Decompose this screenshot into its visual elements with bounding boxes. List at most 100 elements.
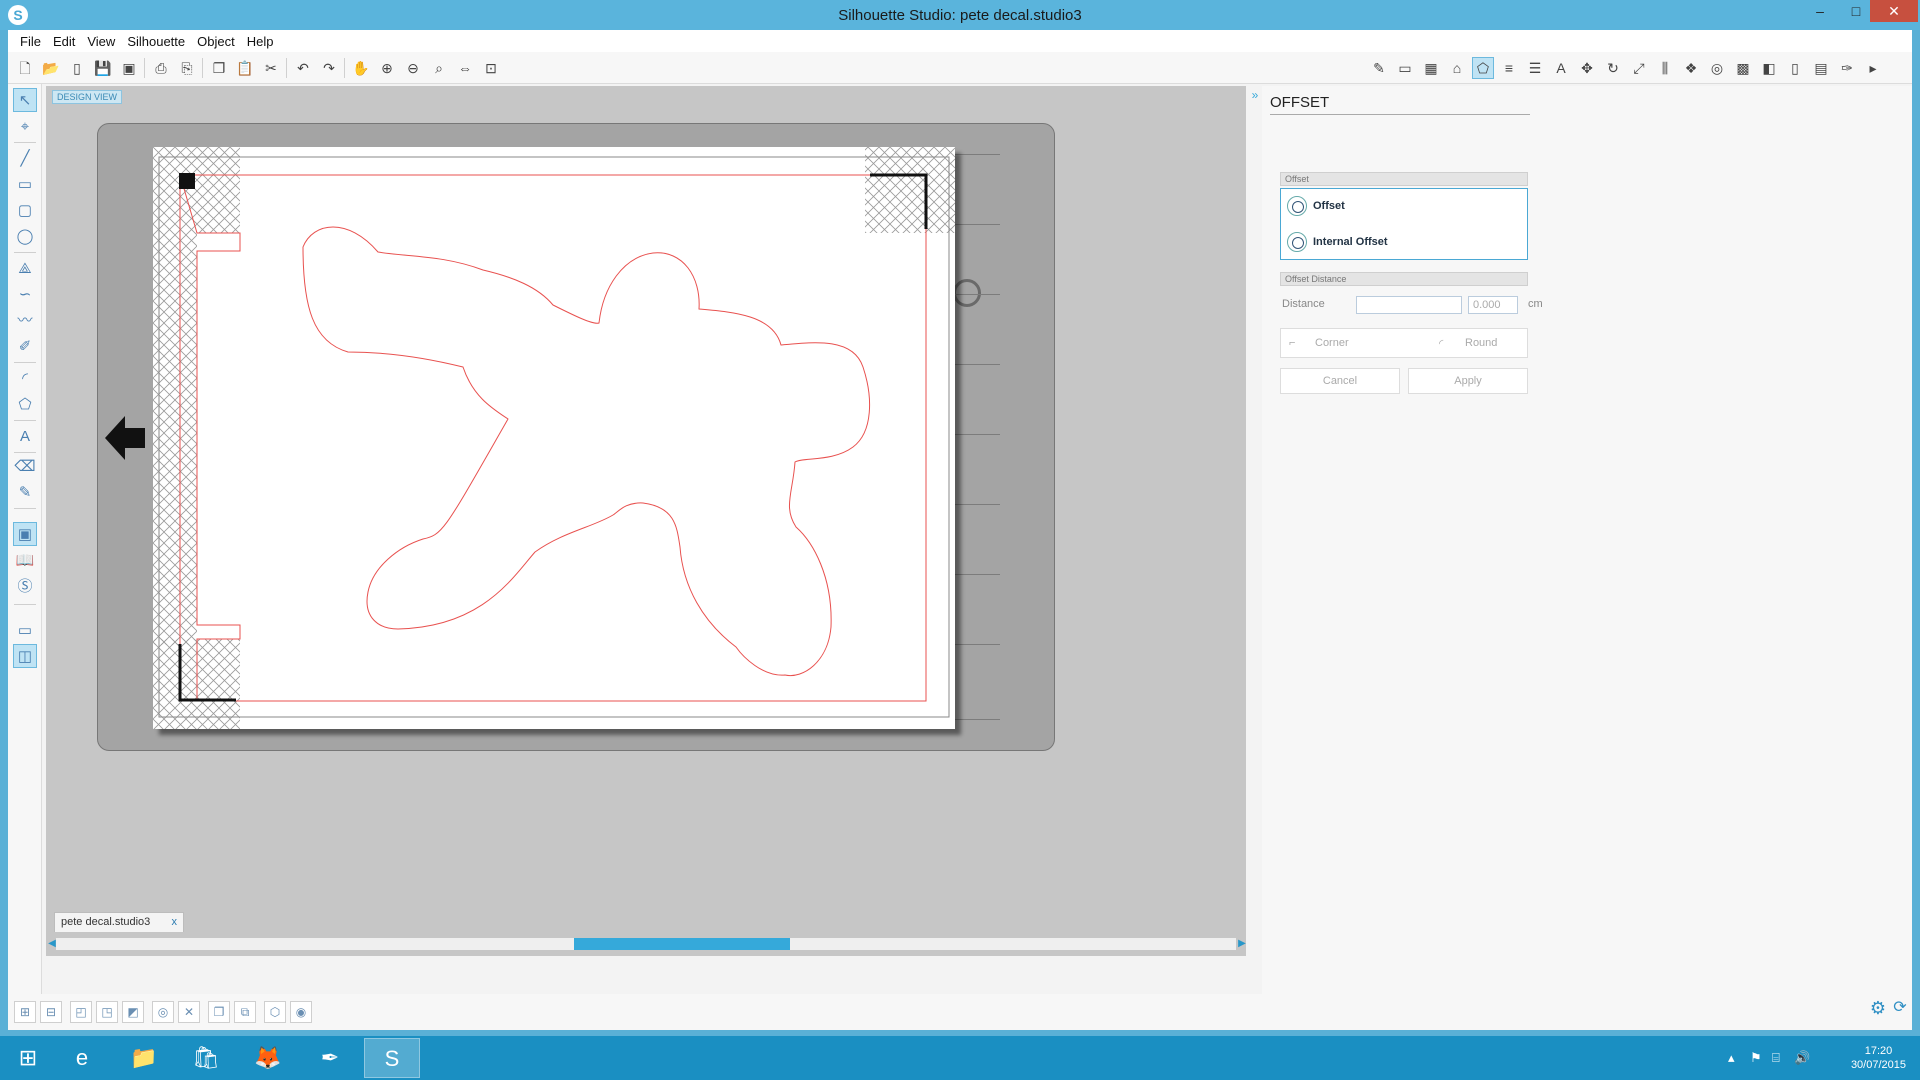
offset-tool-icon[interactable]: ⬠ [1472,57,1494,79]
bring-to-front-icon[interactable]: ◩ [122,1001,144,1023]
weld-icon[interactable]: ◎ [152,1001,174,1023]
scroll-right-arrow-icon[interactable]: ▶ [1236,938,1246,950]
cancel-button[interactable]: Cancel [1280,368,1400,394]
page-setup-icon[interactable]: ▭ [1394,57,1416,79]
menu-silhouette[interactable]: Silhouette [121,34,191,49]
scroll-left-arrow-icon[interactable]: ◀ [46,938,58,950]
rectangle-tool-icon[interactable]: ▭ [13,172,37,196]
copy-icon[interactable]: ❐ [208,57,230,79]
select-tool-icon[interactable]: ↖ [13,88,37,112]
close-button[interactable]: ✕ [1870,0,1918,22]
design-view-icon[interactable]: ▣ [13,522,37,546]
menu-file[interactable]: File [14,34,47,49]
store-app-icon[interactable]: 🛍 [178,1038,234,1078]
knife-tool-icon[interactable]: ✎ [13,480,37,504]
delete-icon[interactable]: ✕ [178,1001,200,1023]
tray-chevron-icon[interactable]: ▴ [1728,1050,1735,1066]
flag-icon[interactable]: ⚑ [1750,1050,1762,1066]
paste-icon[interactable]: 📋 [234,57,256,79]
ungroup-icon[interactable]: ⊟ [40,1001,62,1023]
smooth-freehand-tool-icon[interactable]: ✐ [13,334,37,358]
curve-tool-icon[interactable]: ∽ [13,282,37,306]
send-icon[interactable]: ▸ [1862,57,1884,79]
collapse-panel-icon[interactable]: » [1248,88,1262,102]
duplicate-icon[interactable]: ❐ [208,1001,230,1023]
zoom-select-icon[interactable]: ⌕ [428,57,450,79]
design-page[interactable] [153,147,955,729]
distance-slider[interactable] [1356,296,1462,314]
horizontal-scroll-thumb[interactable] [574,938,790,950]
horizontal-scrollbar[interactable] [46,936,1246,950]
corner-icon[interactable]: ⌐ [1289,337,1295,349]
release-compound-path-icon[interactable]: ◳ [96,1001,118,1023]
line-style-icon[interactable]: ≡ [1498,57,1520,79]
redo-icon[interactable]: ↷ [318,57,340,79]
firefox-icon[interactable]: 🦊 [240,1038,296,1078]
internal-offset-option[interactable]: Internal Offset [1285,231,1523,253]
file-explorer-icon[interactable]: 📁 [116,1038,172,1078]
zoom-in-icon[interactable]: ⊕ [376,57,398,79]
save-to-library-icon[interactable]: ▣ [118,57,140,79]
arc-tool-icon[interactable]: ◜ [13,366,37,390]
store-icon[interactable]: ▤ [1810,57,1832,79]
volume-icon[interactable]: 🔊 [1794,1050,1810,1066]
drag-zoom-icon[interactable]: ⇔ [454,57,476,79]
point-edit-tool-icon[interactable]: ⌖ [13,114,37,138]
split-view-icon[interactable]: ◫ [13,644,37,668]
round-icon[interactable]: ◜ [1439,337,1443,350]
print-icon[interactable]: ⎙ [150,57,172,79]
save-icon[interactable]: 💾 [92,57,114,79]
line-color-icon[interactable]: ☰ [1524,57,1546,79]
distance-input[interactable]: 0.000 [1468,296,1518,314]
online-store-icon[interactable]: Ⓢ [13,574,37,598]
corner-label[interactable]: Corner [1315,337,1349,349]
regular-polygon-tool-icon[interactable]: ⬠ [13,392,37,416]
offset-option[interactable]: Offset [1285,195,1523,217]
previous-page-arrow-icon[interactable] [105,416,145,460]
trace-shape-icon[interactable]: ⬡ [264,1001,286,1023]
refresh-icon[interactable]: ⟳ [1890,998,1910,1018]
group-icon[interactable]: ⊞ [14,1001,36,1023]
single-view-icon[interactable]: ▭ [13,618,37,642]
fill-color-icon[interactable]: ▩ [1732,57,1754,79]
grid-icon[interactable]: ▦ [1420,57,1442,79]
quill-app-icon[interactable]: ✒ [302,1038,358,1078]
clock[interactable]: 17:20 30/07/2015 [1851,1044,1906,1072]
undo-icon[interactable]: ↶ [292,57,314,79]
library-icon[interactable]: ▯ [66,57,88,79]
silhouette-taskbar-icon[interactable]: S [364,1038,420,1078]
document-tab[interactable]: pete decal.studio3 x [54,912,184,932]
ellipse-tool-icon[interactable]: ◯ [13,224,37,248]
menu-edit[interactable]: Edit [47,34,81,49]
polygon-tool-icon[interactable]: ⟁ [13,256,37,280]
replicate-icon[interactable]: ❖ [1680,57,1702,79]
transform-icon[interactable]: ✥ [1576,57,1598,79]
design-canvas[interactable]: DESIGN VIEW pete decal.studio3 x ◀ ▶ [46,86,1246,956]
menu-view[interactable]: View [81,34,121,49]
apply-button[interactable]: Apply [1408,368,1528,394]
offset-shortcut-icon[interactable]: ◉ [290,1001,312,1023]
open-icon[interactable]: 📂 [40,57,62,79]
registration-icon[interactable]: ⌂ [1446,57,1468,79]
zoom-out-icon[interactable]: ⊖ [402,57,424,79]
fit-to-page-icon[interactable]: ⊡ [480,57,502,79]
internet-explorer-icon[interactable]: e [54,1038,110,1078]
make-compound-path-icon[interactable]: ◰ [70,1001,92,1023]
start-windows-icon[interactable]: ⊞ [0,1038,56,1078]
minimize-button[interactable]: – [1802,0,1838,22]
mirror-icon[interactable]: ⧉ [234,1001,256,1023]
rounded-rectangle-tool-icon[interactable]: ▢ [13,198,37,222]
eraser-tool-icon[interactable]: ⌫ [13,454,37,478]
align-icon[interactable]: ⫼ [1654,57,1676,79]
freehand-tool-icon[interactable]: 〰 [13,308,37,332]
line-tool-icon[interactable]: ╱ [13,146,37,170]
cut-icon[interactable]: ✂ [260,57,282,79]
maximize-button[interactable]: □ [1838,0,1874,22]
cut-settings-icon[interactable]: ▯ [1784,57,1806,79]
gear-icon[interactable]: ⚙ [1868,998,1888,1018]
send-to-silhouette-icon[interactable]: ✎ [1368,57,1390,79]
menu-object[interactable]: Object [191,34,241,49]
new-document-icon[interactable]: 🗋 [14,57,36,79]
library-view-icon[interactable]: 📖 [13,548,37,572]
text-tool-icon[interactable]: A [13,424,37,448]
